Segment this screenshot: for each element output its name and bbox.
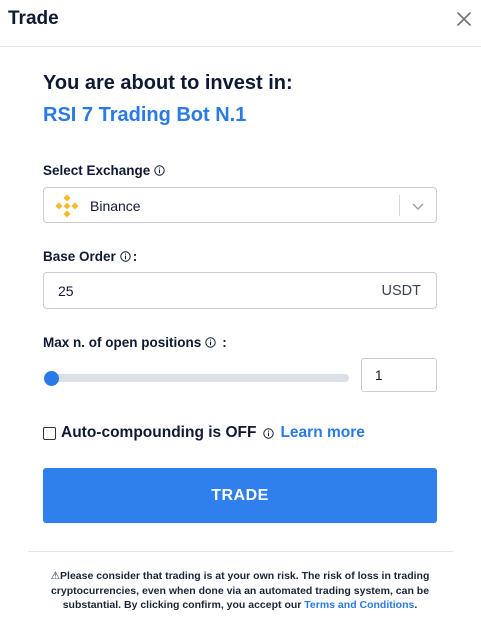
base-order-label: Base Order : <box>43 249 137 264</box>
close-icon <box>457 12 471 26</box>
base-order-field[interactable]: USDT <box>43 272 437 309</box>
info-icon[interactable] <box>120 251 131 262</box>
info-icon[interactable] <box>154 165 166 176</box>
exchange-label: Select Exchange <box>43 163 166 178</box>
close-button[interactable] <box>455 10 473 28</box>
exchange-select[interactable]: Binance <box>43 187 437 223</box>
trade-button[interactable]: TRADE <box>43 468 437 523</box>
info-icon[interactable] <box>205 337 216 348</box>
base-order-input[interactable] <box>44 273 344 308</box>
positions-slider-track[interactable] <box>44 374 349 382</box>
divider <box>28 551 453 552</box>
terms-link[interactable]: Terms and Conditions <box>304 599 414 611</box>
positions-input[interactable] <box>362 359 436 391</box>
binance-logo-icon <box>55 194 79 218</box>
base-order-unit: USDT <box>381 283 421 299</box>
learn-more-link[interactable]: Learn more <box>280 424 364 442</box>
positions-slider-thumb[interactable] <box>44 371 59 386</box>
select-separator <box>399 195 400 216</box>
base-order-label-suffix: : <box>132 249 138 264</box>
intro-heading: You are about to invest in: <box>43 72 293 94</box>
positions-label: Max n. of open positions : <box>43 335 227 350</box>
risk-disclaimer: ⚠Please consider that trading is at your… <box>40 569 440 613</box>
positions-label-suffix: : <box>222 335 227 350</box>
positions-field[interactable] <box>361 358 437 392</box>
modal-title: Trade <box>8 8 59 29</box>
base-order-label-text: Base Order <box>43 249 116 264</box>
info-icon[interactable] <box>263 427 275 439</box>
compound-checkbox[interactable] <box>43 426 56 440</box>
bot-name: RSI 7 Trading Bot N.1 <box>43 104 247 126</box>
compound-label: Auto-compounding is OFF <box>61 424 257 441</box>
disclaimer-end: . <box>414 599 418 611</box>
exchange-selected-value: Binance <box>90 198 141 214</box>
positions-label-text: Max n. of open positions <box>43 335 202 350</box>
compound-row: Auto-compounding is OFF Learn more <box>43 424 365 442</box>
exchange-label-text: Select Exchange <box>43 163 151 178</box>
modal-header: Trade <box>0 0 481 47</box>
chevron-down-icon[interactable] <box>411 199 425 213</box>
